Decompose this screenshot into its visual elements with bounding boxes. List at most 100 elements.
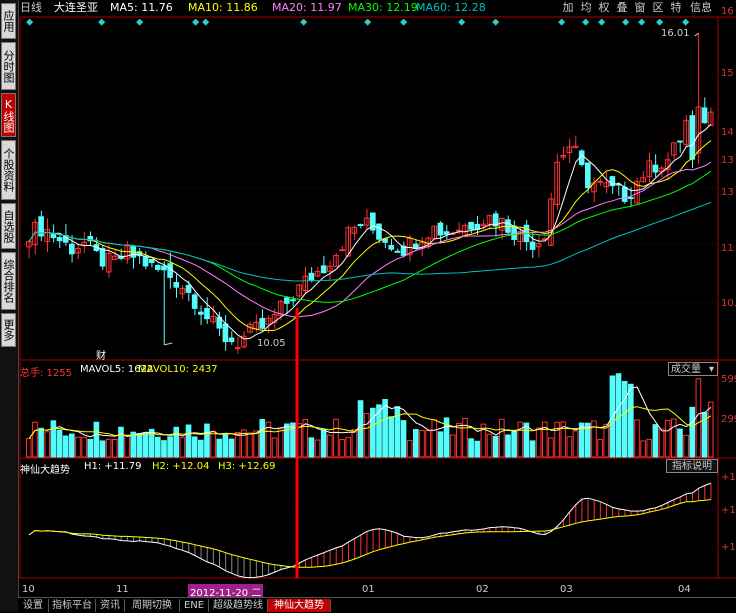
candle-body [222,323,229,343]
indicator-h1: H1: +11.79 [84,461,142,472]
candle-body [394,250,401,253]
volume-total-label: 总手: 1255 [20,368,72,379]
x-tick-label: 04 [678,584,691,595]
bottom-tab-strip: 设置 指标平台 资讯 周期切换 ENE 超级趋势线 神仙大趋势 [18,597,736,613]
volume-select-value: 成交量 [671,364,701,375]
volume-bar [554,421,560,458]
kline-window: 应用 分时图 K线图 个股资料 自选股 综合排名 更多 日线 大连圣亚 MA5:… [0,0,736,613]
volume-bar [210,430,216,458]
volume-bars [26,373,714,458]
event-diamond [300,18,308,26]
volume-bar [308,437,315,458]
volume-bar [468,438,474,458]
candle-body [339,249,345,252]
candle-body [320,265,327,274]
tab-settings[interactable]: 设置 [18,599,49,612]
event-diamond [598,18,606,26]
tab-shenxian-trend[interactable]: 神仙大趋势 [268,599,331,612]
volume-bar [179,437,186,458]
volume-bar [572,430,579,458]
y-tick-price: 10. [721,298,736,309]
y-tick-price: 11 [721,243,734,254]
volume-bar [173,426,180,458]
volume-bar [437,431,444,458]
high-pointer [694,32,699,37]
volume-bar [130,431,137,458]
candle-body [357,224,364,227]
candle-body [529,241,536,250]
x-tick-label: 03 [560,584,573,595]
volume-bar [474,440,481,458]
y-tick-volume: 599 [721,374,736,385]
volume-bar [50,420,57,458]
candlestick-series [26,33,714,354]
high-price-label: 16.01 [661,28,690,39]
volume-bar [69,433,75,458]
volume-bar [216,438,223,458]
candle-body [50,233,57,239]
y-tick-volume: 299 [721,414,736,425]
volume-bar [222,434,229,458]
volume-bar [529,440,536,458]
volume-bar [615,373,622,458]
tab-period-switch[interactable]: 周期切换 [125,599,180,612]
tab-super-trend[interactable]: 超级趋势线 [209,599,268,612]
volume-bar [351,429,358,458]
volume-bar [234,431,241,458]
event-diamond [98,18,106,26]
candle-body [228,337,235,343]
volume-bar [75,436,81,458]
candle-body [701,107,708,124]
volume-bar [81,436,87,458]
tab-indicator-platform[interactable]: 指标平台 [49,599,96,612]
candle-body [290,299,296,302]
volume-bar [253,430,259,458]
candle-body [204,308,210,320]
candle-body [388,245,395,250]
x-tick-label: 10 [22,584,35,595]
volume-bar [449,434,456,458]
volume-bar [26,438,32,458]
indicator-help-button[interactable]: 指标说明 [666,459,718,473]
volume-bar [628,383,634,458]
volume-bar [142,432,149,458]
indicator-h2: H2: +12.04 [152,461,210,472]
volume-bar [462,417,468,458]
tab-news[interactable]: 资讯 [96,599,125,612]
tab-ene[interactable]: ENE [180,599,209,612]
volume-bar [370,407,376,458]
event-diamond [136,18,144,26]
volume-bar [695,378,702,458]
event-diamond [558,18,566,26]
ma10-line [28,140,712,331]
volume-bar [277,428,284,458]
y-tick-indicator: +11 [721,542,736,553]
volume-bar [603,423,610,458]
volume-bar [44,431,51,458]
volume-bar [62,435,69,458]
volume-bar [56,429,63,458]
event-diamond [400,18,408,26]
volume-bar [505,434,511,458]
volume-bar [185,424,192,458]
candle-body [185,284,192,293]
kline-chart[interactable] [0,0,736,612]
volume-bar [320,429,327,458]
volume-bar [345,436,352,458]
volume-bar [597,438,603,458]
volume-bar [161,440,167,458]
candle-body [142,256,149,267]
candle-body [511,225,517,240]
volume-bar [652,424,659,458]
volume-bar [511,430,517,458]
volume-bar [32,421,38,458]
volume-bar [413,429,419,458]
candle-body [69,243,75,255]
candle-body [376,223,382,240]
chevron-down-icon: ▾ [708,364,714,375]
volume-indicator-select[interactable]: 成交量 ▾ [668,362,718,376]
finance-event-marker[interactable]: 财 [96,347,106,362]
y-tick-indicator: +14 [721,472,736,483]
moving-average-lines [28,123,712,340]
candle-body [259,317,266,329]
